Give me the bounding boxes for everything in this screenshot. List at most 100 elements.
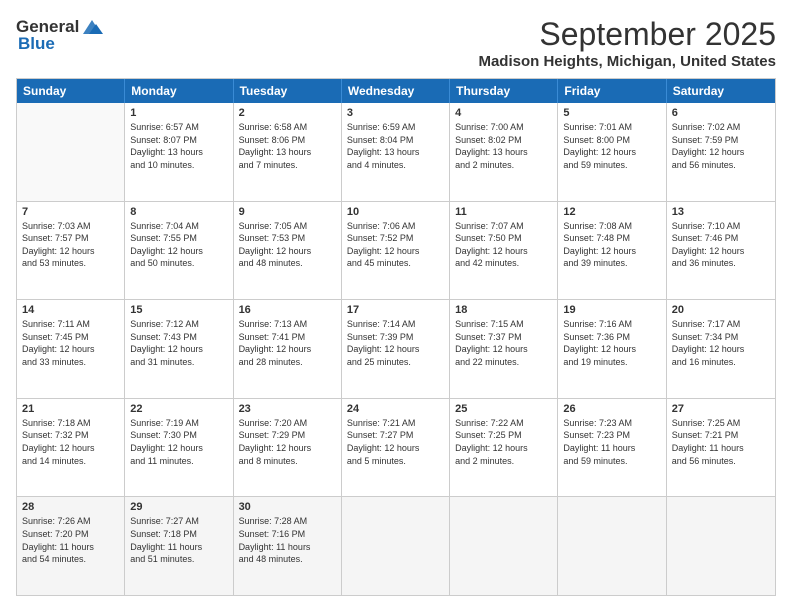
day-number: 17 <box>347 304 444 316</box>
day-number: 13 <box>672 206 770 218</box>
calendar-cell: 9 Sunrise: 7:05 AMSunset: 7:53 PMDaylight… <box>234 202 342 300</box>
calendar-header-cell: Tuesday <box>234 79 342 103</box>
day-number: 25 <box>455 403 552 415</box>
calendar-cell: 25 Sunrise: 7:22 AMSunset: 7:25 PMDayligh… <box>450 399 558 497</box>
cell-info: Sunrise: 7:11 AMSunset: 7:45 PMDaylight:… <box>22 318 119 368</box>
cell-info: Sunrise: 7:18 AMSunset: 7:32 PMDaylight:… <box>22 417 119 467</box>
day-number: 9 <box>239 206 336 218</box>
month-title: September 2025 <box>478 16 776 53</box>
calendar-cell <box>667 497 775 595</box>
calendar-header-cell: Friday <box>558 79 666 103</box>
day-number: 20 <box>672 304 770 316</box>
logo-icon <box>81 16 103 38</box>
calendar-cell: 21Sunrise: 7:18 AMSunset: 7:32 PMDayligh… <box>17 399 125 497</box>
calendar-header-cell: Wednesday <box>342 79 450 103</box>
day-number: 10 <box>347 206 444 218</box>
day-number: 23 <box>239 403 336 415</box>
calendar-cell: 20 Sunrise: 7:17 AMSunset: 7:34 PMDayligh… <box>667 300 775 398</box>
cell-info: Sunrise: 7:25 AMSunset: 7:21 PMDaylight:… <box>672 417 770 467</box>
calendar-row: 1 Sunrise: 6:57 AMSunset: 8:07 PMDaylight… <box>17 103 775 201</box>
day-number: 22 <box>130 403 227 415</box>
day-number: 30 <box>239 501 336 513</box>
day-number: 19 <box>563 304 660 316</box>
cell-info: Sunrise: 7:16 AMSunset: 7:36 PMDaylight:… <box>563 318 660 368</box>
calendar-cell: 28 Sunrise: 7:26 AMSunset: 7:20 PMDayligh… <box>17 497 125 595</box>
day-number: 24 <box>347 403 444 415</box>
day-number: 28 <box>22 501 119 513</box>
cell-info: Sunrise: 7:21 AMSunset: 7:27 PMDaylight:… <box>347 417 444 467</box>
day-number: 3 <box>347 107 444 119</box>
cell-info: Sunrise: 7:05 AMSunset: 7:53 PMDaylight:… <box>239 220 336 270</box>
cell-info: Sunrise: 7:02 AMSunset: 7:59 PMDaylight:… <box>672 121 770 171</box>
calendar-header-cell: Saturday <box>667 79 775 103</box>
cell-info: Sunrise: 6:58 AMSunset: 8:06 PMDaylight:… <box>239 121 336 171</box>
calendar-cell: 8 Sunrise: 7:04 AMSunset: 7:55 PMDaylight… <box>125 202 233 300</box>
calendar-row: 28 Sunrise: 7:26 AMSunset: 7:20 PMDayligh… <box>17 496 775 595</box>
calendar-cell: 22 Sunrise: 7:19 AMSunset: 7:30 PMDayligh… <box>125 399 233 497</box>
calendar-row: 7Sunrise: 7:03 AMSunset: 7:57 PMDaylight… <box>17 201 775 300</box>
title-area: September 2025 Madison Heights, Michigan… <box>478 16 776 70</box>
calendar-cell: 12 Sunrise: 7:08 AMSunset: 7:48 PMDayligh… <box>558 202 666 300</box>
cell-info: Sunrise: 7:15 AMSunset: 7:37 PMDaylight:… <box>455 318 552 368</box>
logo-blue-text: Blue <box>18 34 55 54</box>
day-number: 8 <box>130 206 227 218</box>
calendar-cell: 17 Sunrise: 7:14 AMSunset: 7:39 PMDayligh… <box>342 300 450 398</box>
calendar-cell: 10 Sunrise: 7:06 AMSunset: 7:52 PMDayligh… <box>342 202 450 300</box>
day-number: 4 <box>455 107 552 119</box>
cell-info: Sunrise: 7:17 AMSunset: 7:34 PMDaylight:… <box>672 318 770 368</box>
calendar-cell: 26Sunrise: 7:23 AMSunset: 7:23 PMDayligh… <box>558 399 666 497</box>
location: Madison Heights, Michigan, United States <box>478 53 776 70</box>
cell-info: Sunrise: 7:14 AMSunset: 7:39 PMDaylight:… <box>347 318 444 368</box>
calendar-cell: 1 Sunrise: 6:57 AMSunset: 8:07 PMDaylight… <box>125 103 233 201</box>
day-number: 14 <box>22 304 119 316</box>
calendar-cell: 27 Sunrise: 7:25 AMSunset: 7:21 PMDayligh… <box>667 399 775 497</box>
calendar-cell <box>558 497 666 595</box>
calendar-cell: 23 Sunrise: 7:20 AMSunset: 7:29 PMDayligh… <box>234 399 342 497</box>
cell-info: Sunrise: 7:19 AMSunset: 7:30 PMDaylight:… <box>130 417 227 467</box>
page: General Blue September 2025 Madison Heig… <box>0 0 792 612</box>
calendar-cell: 16Sunrise: 7:13 AMSunset: 7:41 PMDayligh… <box>234 300 342 398</box>
cell-info: Sunrise: 7:01 AMSunset: 8:00 PMDaylight:… <box>563 121 660 171</box>
cell-info: Sunrise: 7:12 AMSunset: 7:43 PMDaylight:… <box>130 318 227 368</box>
calendar-header: SundayMondayTuesdayWednesdayThursdayFrid… <box>17 79 775 103</box>
calendar-cell: 7Sunrise: 7:03 AMSunset: 7:57 PMDaylight… <box>17 202 125 300</box>
day-number: 27 <box>672 403 770 415</box>
calendar-cell: 3 Sunrise: 6:59 AMSunset: 8:04 PMDaylight… <box>342 103 450 201</box>
calendar-cell: 4 Sunrise: 7:00 AMSunset: 8:02 PMDaylight… <box>450 103 558 201</box>
day-number: 18 <box>455 304 552 316</box>
calendar-cell: 19 Sunrise: 7:16 AMSunset: 7:36 PMDayligh… <box>558 300 666 398</box>
day-number: 26 <box>563 403 660 415</box>
calendar-cell <box>17 103 125 201</box>
day-number: 16 <box>239 304 336 316</box>
cell-info: Sunrise: 7:00 AMSunset: 8:02 PMDaylight:… <box>455 121 552 171</box>
calendar-body: 1 Sunrise: 6:57 AMSunset: 8:07 PMDaylight… <box>17 103 775 595</box>
calendar-cell: 29 Sunrise: 7:27 AMSunset: 7:18 PMDayligh… <box>125 497 233 595</box>
cell-info: Sunrise: 7:03 AMSunset: 7:57 PMDaylight:… <box>22 220 119 270</box>
cell-info: Sunrise: 7:08 AMSunset: 7:48 PMDaylight:… <box>563 220 660 270</box>
cell-info: Sunrise: 7:27 AMSunset: 7:18 PMDaylight:… <box>130 515 227 565</box>
calendar-cell: 6Sunrise: 7:02 AMSunset: 7:59 PMDaylight… <box>667 103 775 201</box>
day-number: 29 <box>130 501 227 513</box>
day-number: 5 <box>563 107 660 119</box>
calendar-cell: 15 Sunrise: 7:12 AMSunset: 7:43 PMDayligh… <box>125 300 233 398</box>
day-number: 12 <box>563 206 660 218</box>
calendar-header-cell: Sunday <box>17 79 125 103</box>
cell-info: Sunrise: 7:04 AMSunset: 7:55 PMDaylight:… <box>130 220 227 270</box>
calendar-cell: 14 Sunrise: 7:11 AMSunset: 7:45 PMDayligh… <box>17 300 125 398</box>
day-number: 1 <box>130 107 227 119</box>
calendar-row: 14 Sunrise: 7:11 AMSunset: 7:45 PMDayligh… <box>17 299 775 398</box>
cell-info: Sunrise: 7:06 AMSunset: 7:52 PMDaylight:… <box>347 220 444 270</box>
calendar-cell: 18 Sunrise: 7:15 AMSunset: 7:37 PMDayligh… <box>450 300 558 398</box>
cell-info: Sunrise: 7:26 AMSunset: 7:20 PMDaylight:… <box>22 515 119 565</box>
calendar-cell: 13 Sunrise: 7:10 AMSunset: 7:46 PMDayligh… <box>667 202 775 300</box>
calendar-header-cell: Monday <box>125 79 233 103</box>
day-number: 15 <box>130 304 227 316</box>
cell-info: Sunrise: 6:57 AMSunset: 8:07 PMDaylight:… <box>130 121 227 171</box>
calendar-row: 21Sunrise: 7:18 AMSunset: 7:32 PMDayligh… <box>17 398 775 497</box>
cell-info: Sunrise: 7:20 AMSunset: 7:29 PMDaylight:… <box>239 417 336 467</box>
cell-info: Sunrise: 7:22 AMSunset: 7:25 PMDaylight:… <box>455 417 552 467</box>
calendar-cell <box>342 497 450 595</box>
logo: General Blue <box>16 16 103 54</box>
cell-info: Sunrise: 6:59 AMSunset: 8:04 PMDaylight:… <box>347 121 444 171</box>
cell-info: Sunrise: 7:10 AMSunset: 7:46 PMDaylight:… <box>672 220 770 270</box>
